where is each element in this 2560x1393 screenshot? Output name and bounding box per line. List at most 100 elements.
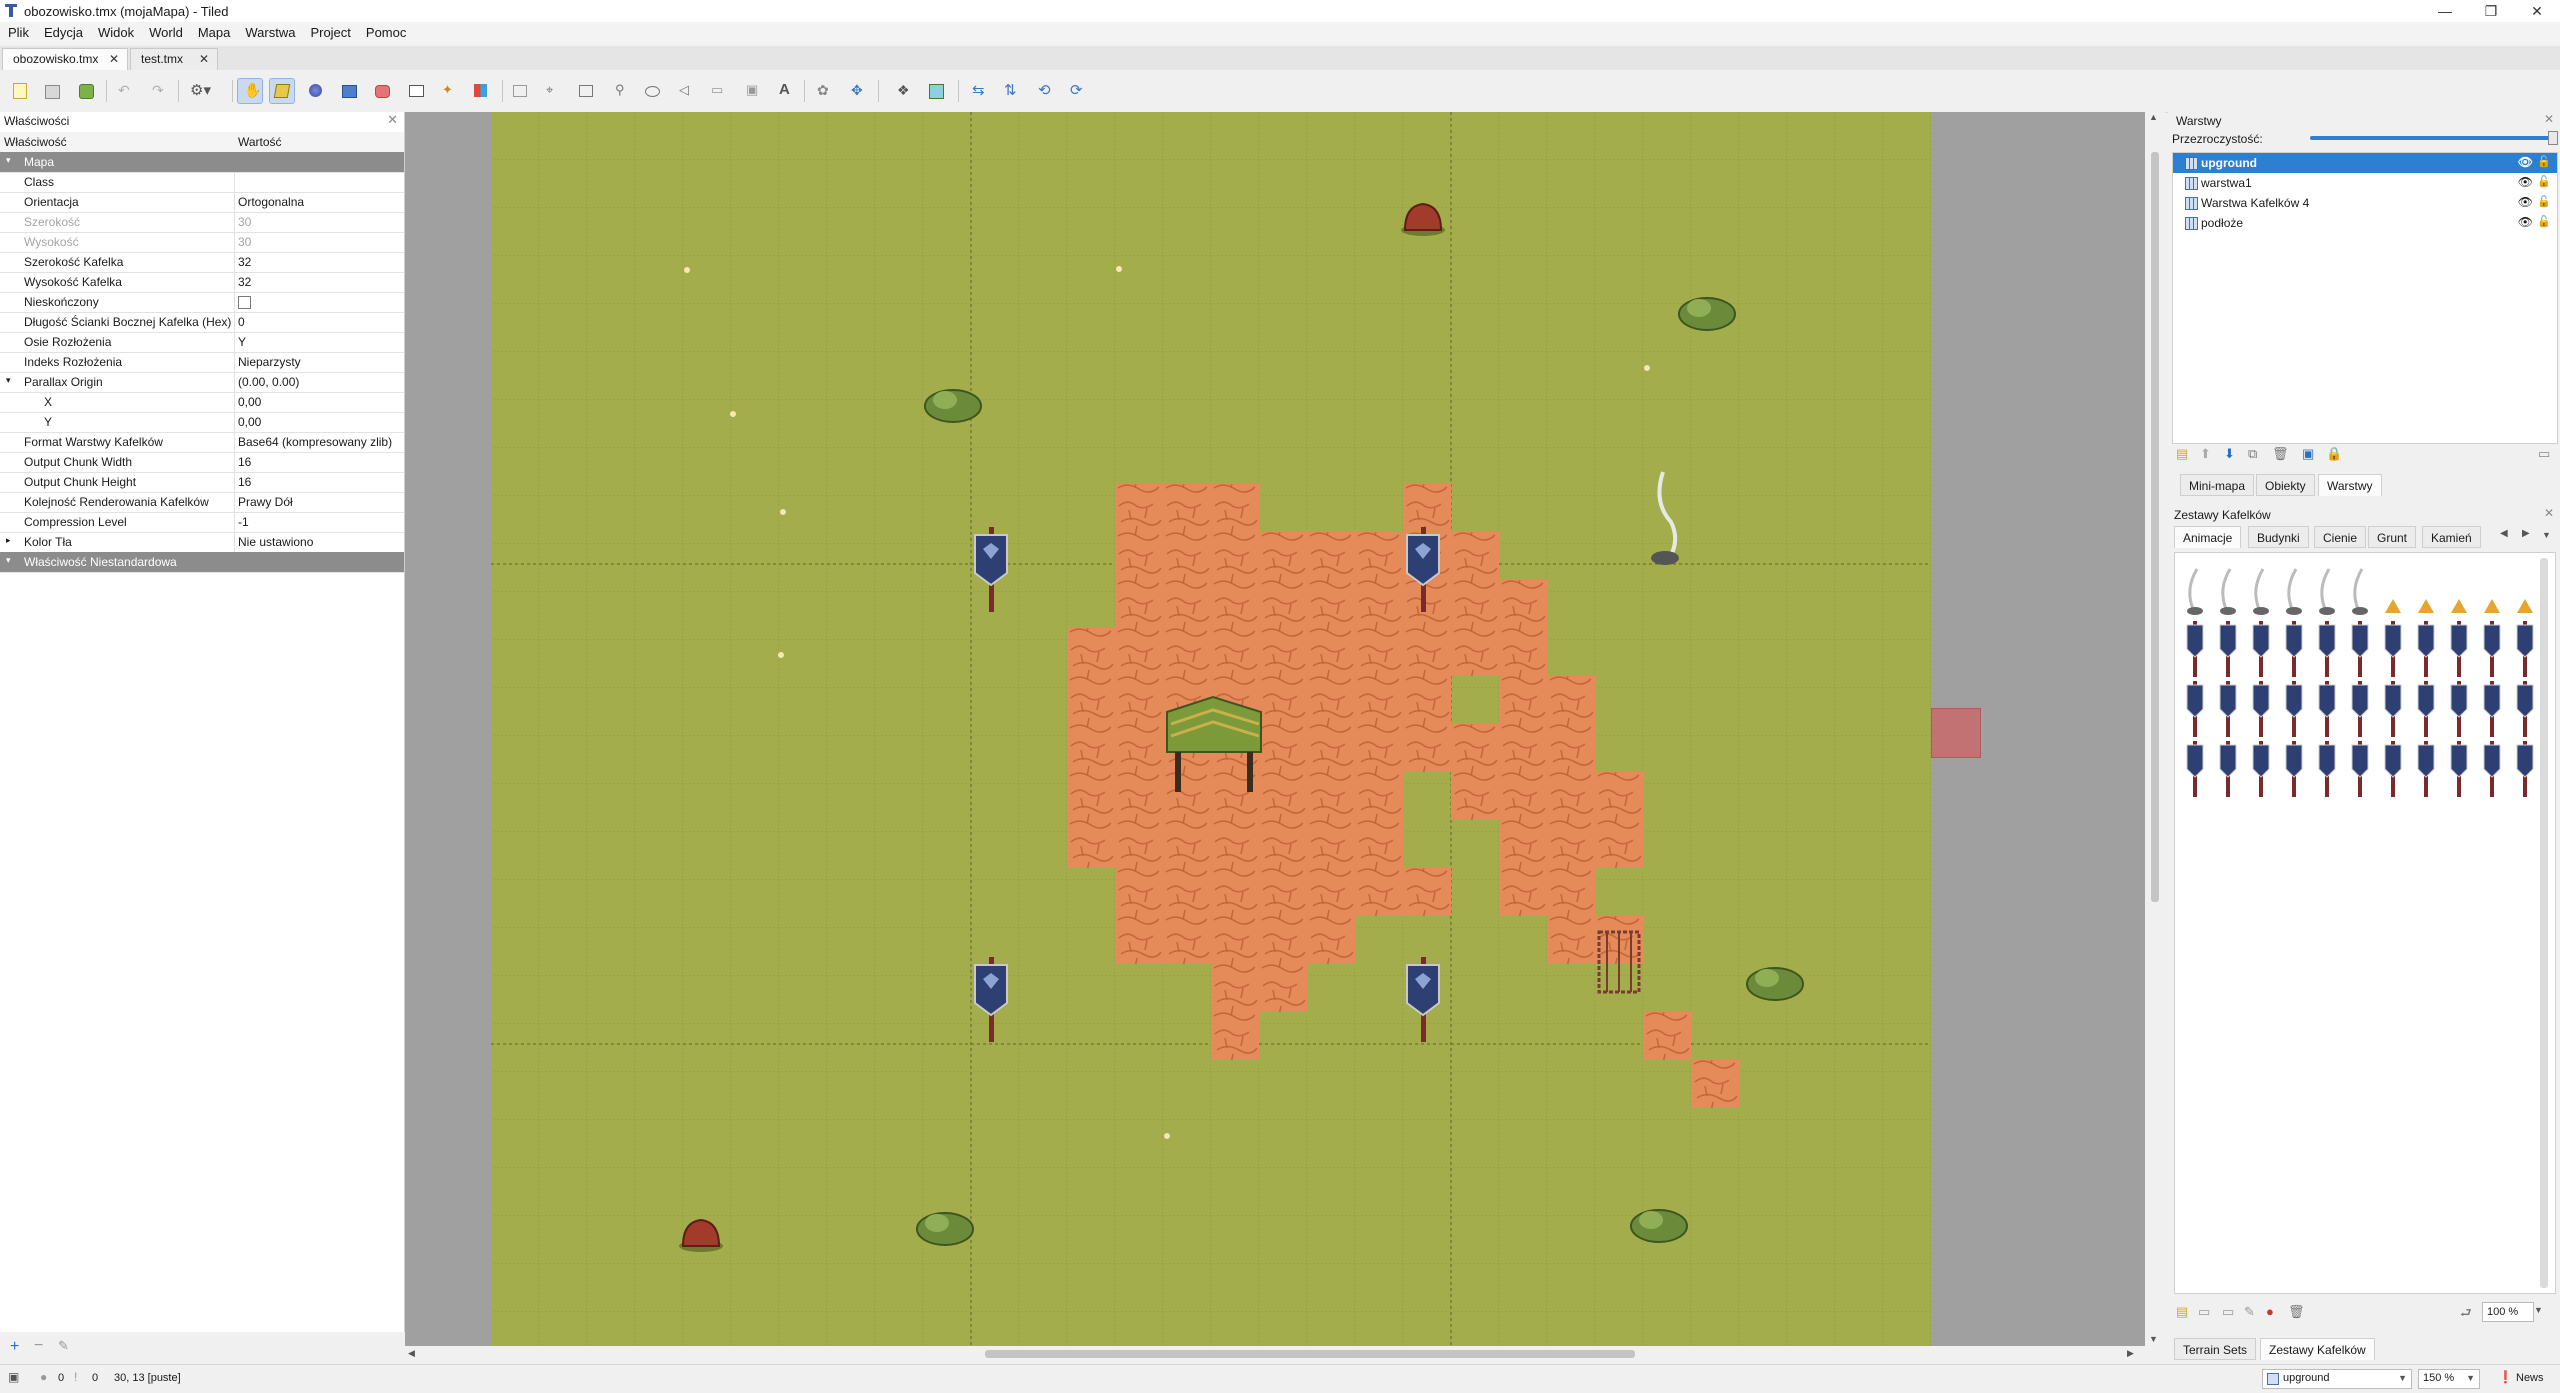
tileset-view[interactable] (2174, 552, 2556, 1294)
tileset-tile[interactable] (2252, 681, 2270, 737)
property-row[interactable]: X 0,00 (0, 392, 404, 413)
tileset-tile[interactable] (2417, 681, 2435, 737)
menu-mapa[interactable]: Mapa (190, 22, 238, 40)
property-row[interactable]: ▾ Mapa (0, 152, 404, 173)
tileset-tile[interactable] (2219, 741, 2237, 797)
tab-menu-icon[interactable]: ▼ (2542, 530, 2551, 540)
tab-budynki[interactable]: Budynki (2248, 526, 2309, 548)
property-value[interactable]: 32 (238, 275, 251, 289)
tileset-tile[interactable] (2219, 681, 2237, 737)
stamp-brush-icon[interactable] (269, 78, 295, 104)
delete-layer-icon[interactable]: 🗑 (2272, 446, 2289, 462)
rename-property-icon[interactable]: ✎ (58, 1338, 69, 1354)
error-icon[interactable]: ● (40, 1370, 47, 1384)
add-property-icon[interactable]: + (10, 1338, 19, 1356)
opacity-slider[interactable] (2310, 136, 2550, 140)
insert-tile-icon[interactable]: ▭ (706, 79, 730, 103)
horizontal-scroll-thumb[interactable] (985, 1350, 1635, 1358)
tab-zestawy-kafelkow[interactable]: Zestawy Kafelków (2260, 1338, 2375, 1360)
property-value[interactable]: 30 (238, 215, 251, 229)
flip-horizontal-icon[interactable]: ⇆ (966, 79, 990, 103)
scroll-left-icon[interactable]: ◀ (408, 1348, 415, 1359)
tileset-tile[interactable] (2285, 681, 2303, 737)
tileset-tile[interactable] (2451, 599, 2467, 613)
random-mode-icon[interactable]: ✥ (846, 79, 870, 103)
embed-tileset-icon[interactable]: ▭ (2198, 1304, 2210, 1320)
zoom-dropdown-icon[interactable]: ▼ (2534, 1305, 2543, 1315)
property-value[interactable]: 0 (238, 315, 245, 329)
tileset-tile[interactable] (2285, 741, 2303, 797)
menu-pomoc[interactable]: Pomoc (358, 22, 413, 40)
tileset-tile[interactable] (2220, 568, 2236, 615)
property-row[interactable]: Szerokość 30 (0, 212, 404, 233)
expand-arrow-icon[interactable]: ▾ (6, 155, 11, 166)
menu-widok[interactable]: Widok (90, 22, 141, 40)
rotate-left-icon[interactable]: ⟲ (1032, 79, 1056, 103)
property-value[interactable]: 30 (238, 235, 251, 249)
insert-image-icon[interactable] (508, 79, 532, 103)
layer-row-warstwa1[interactable]: warstwa1 👁 🔓 (2173, 173, 2557, 193)
highlight-layer-icon[interactable] (924, 79, 948, 103)
property-value[interactable]: Prawy Dół (238, 495, 293, 509)
property-value[interactable]: -1 (238, 515, 249, 529)
tileset-zoom-field[interactable]: 100 % (2482, 1302, 2534, 1322)
tileset-tile[interactable] (2483, 621, 2501, 677)
menu-project[interactable]: Project (302, 22, 357, 40)
menu-warstwa[interactable]: Warstwa (237, 22, 302, 40)
lock-icon[interactable]: 🔓 (2537, 175, 2551, 188)
warning-icon[interactable]: ! (74, 1370, 77, 1384)
tileset-tile[interactable] (2483, 741, 2501, 797)
tab-cienie[interactable]: Cienie (2314, 526, 2367, 548)
lower-layer-icon[interactable]: ⬇ (2224, 446, 2235, 462)
layer-select[interactable]: upground ▼ (2262, 1369, 2412, 1389)
property-row[interactable]: Y 0,00 (0, 412, 404, 433)
property-value[interactable]: Nieparzysty (238, 355, 301, 369)
close-window-button[interactable]: ✕ (2514, 0, 2560, 22)
shape-fill-icon[interactable] (370, 79, 394, 103)
tileset-tile[interactable] (2352, 568, 2368, 615)
maximize-button[interactable]: ❐ (2468, 0, 2514, 22)
property-value[interactable]: 16 (238, 455, 251, 469)
tileset-tile[interactable] (2285, 621, 2303, 677)
undo-icon[interactable]: ↶ (112, 79, 136, 103)
magic-wand-icon[interactable] (469, 79, 493, 103)
property-row[interactable]: Szerokość Kafelka 32 (0, 252, 404, 273)
property-value[interactable]: 16 (238, 475, 251, 489)
tileset-tile[interactable] (2219, 621, 2237, 677)
tileset-grid[interactable] (2175, 553, 2553, 1291)
property-checkbox[interactable] (238, 296, 251, 309)
tab-grunt[interactable]: Grunt (2368, 526, 2417, 548)
remove-property-icon[interactable]: − (34, 1337, 43, 1355)
tileset-tile[interactable] (2450, 741, 2468, 797)
property-value[interactable]: 32 (238, 255, 251, 269)
property-row[interactable]: ▸ Kolor Tła Nie ustawiono (0, 532, 404, 553)
tileset-scrollbar[interactable] (2540, 558, 2548, 1288)
tileset-tile[interactable] (2384, 741, 2402, 797)
tileset-tile[interactable] (2187, 568, 2203, 615)
menu-edycja[interactable]: Edycja (36, 22, 90, 40)
raise-layer-icon[interactable]: ⬆ (2200, 446, 2211, 462)
lock-icon[interactable]: 🔓 (2537, 215, 2551, 228)
map-editor[interactable] (405, 112, 2145, 1352)
property-value[interactable]: 0,00 (238, 415, 261, 429)
property-row[interactable]: Wysokość 30 (0, 232, 404, 253)
property-value[interactable]: (0.00, 0.00) (238, 375, 299, 389)
new-tileset-icon[interactable]: ▤ (2176, 1304, 2188, 1320)
property-row[interactable]: Wysokość Kafelka 32 (0, 272, 404, 293)
insert-text-icon[interactable]: A (772, 79, 796, 103)
visibility-eye-icon[interactable]: 👁 (2518, 175, 2533, 189)
tileset-tile[interactable] (2351, 741, 2369, 797)
insert-point-icon[interactable]: ⚲ (608, 79, 632, 103)
property-row[interactable]: Format Warstwy Kafelków Base64 (kompresow… (0, 432, 404, 453)
property-row[interactable]: ▾ Właściwość Niestandardowa (0, 552, 404, 573)
property-value[interactable]: Base64 (kompresowany zlib) (238, 435, 392, 449)
tileset-tile[interactable] (2318, 741, 2336, 797)
tileset-tile[interactable] (2319, 568, 2335, 615)
property-row[interactable]: Osie Rozłożenia Y (0, 332, 404, 353)
tileset-tile[interactable] (2286, 568, 2302, 615)
move-hand-icon[interactable]: ✋ (237, 78, 263, 104)
tab-terrain-sets[interactable]: Terrain Sets (2174, 1338, 2257, 1360)
property-value[interactable]: 0,00 (238, 395, 261, 409)
property-value[interactable]: Nie ustawiono (238, 535, 313, 549)
tileset-tile[interactable] (2450, 681, 2468, 737)
